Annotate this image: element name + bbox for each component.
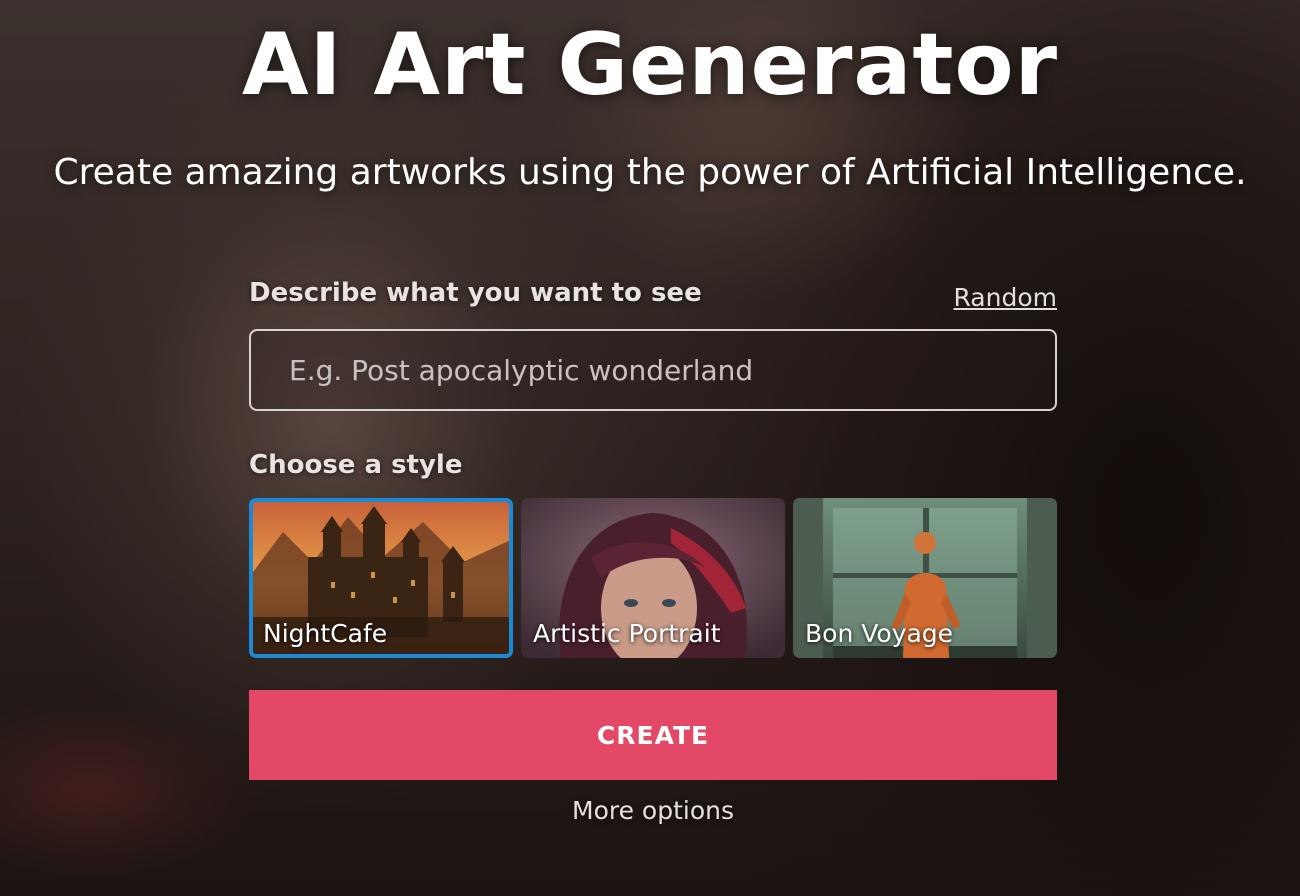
style-card-nightcafe[interactable]: NightCafe xyxy=(249,498,513,658)
style-picker: NightCafe Artistic Portrait Bon Voyage xyxy=(249,498,1057,658)
style-name: NightCafe xyxy=(263,619,388,648)
prompt-label: Describe what you want to see xyxy=(249,278,702,308)
style-card-bon-voyage[interactable]: Bon Voyage xyxy=(793,498,1057,658)
page-title: AI Art Generator xyxy=(241,15,1059,115)
style-name: Artistic Portrait xyxy=(533,619,721,648)
prompt-input[interactable] xyxy=(249,329,1057,411)
prompt-label-row: Describe what you want to see Random xyxy=(249,276,1057,318)
create-button[interactable]: CREATE xyxy=(249,690,1057,780)
style-label: Choose a style xyxy=(249,450,463,480)
more-options-link[interactable]: More options xyxy=(249,796,1057,825)
random-prompt-link[interactable]: Random xyxy=(953,283,1057,312)
style-name: Bon Voyage xyxy=(805,619,954,648)
generator-form: Describe what you want to see Random Cho… xyxy=(249,276,1057,825)
style-card-artistic-portrait[interactable]: Artistic Portrait xyxy=(521,498,785,658)
page-subtitle: Create amazing artworks using the power … xyxy=(53,152,1247,193)
